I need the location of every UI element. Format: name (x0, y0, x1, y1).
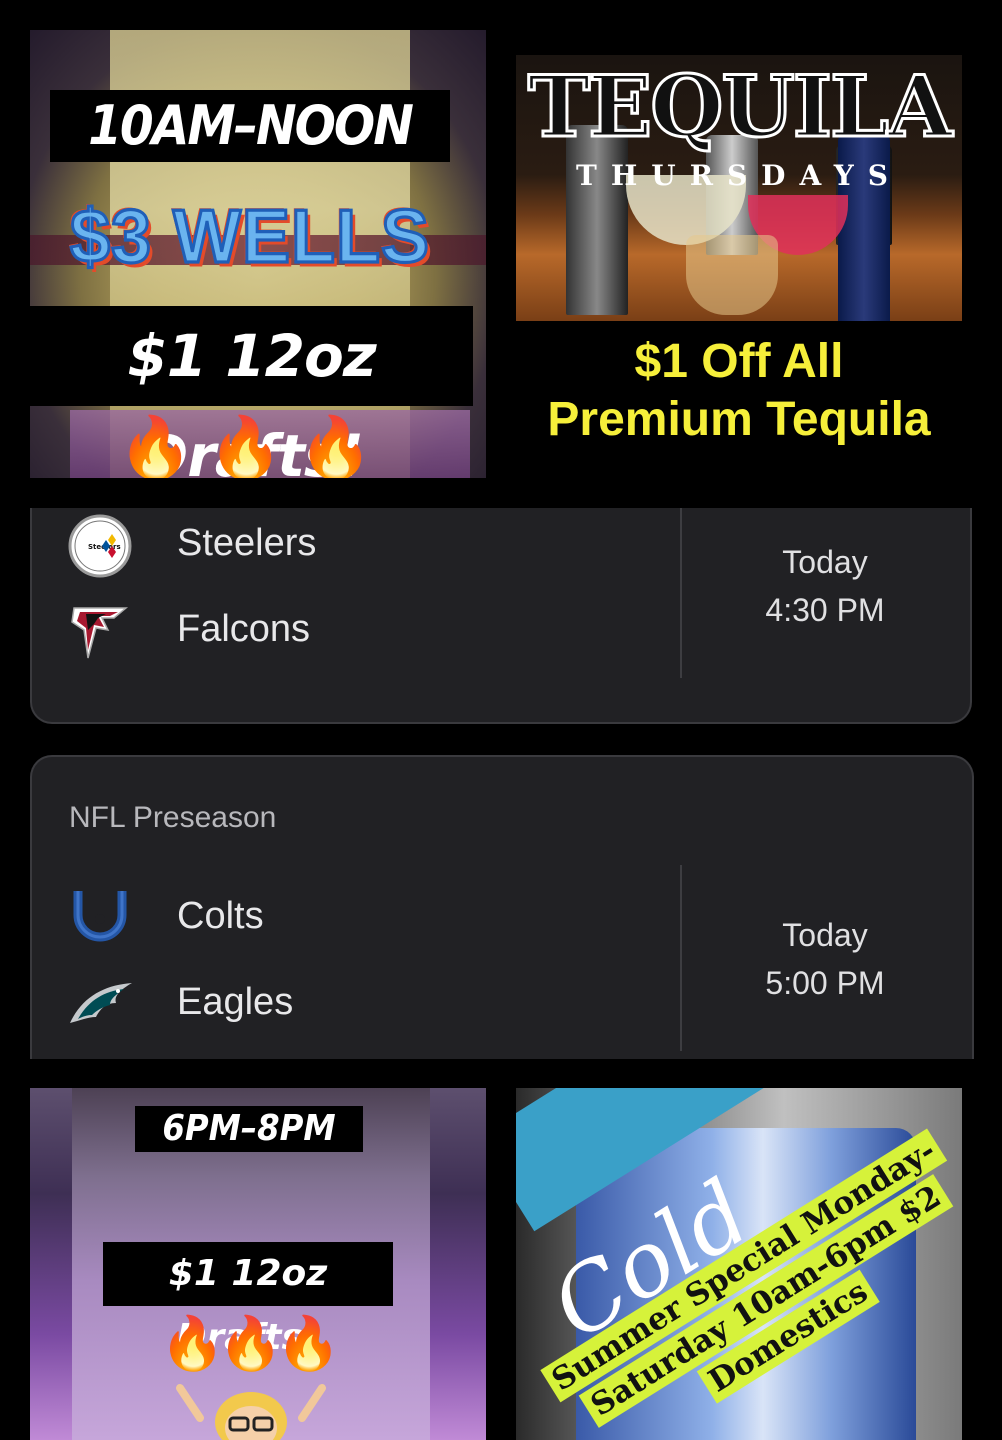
bitmoji-avatar-icon (176, 1384, 326, 1440)
wells-price: $3 WELLS (68, 193, 431, 280)
game-time: 4:30 PM (765, 592, 885, 628)
promo-time: 6PM–8PM (135, 1106, 363, 1152)
tequila-promo-line1: $1 Off All (634, 335, 844, 388)
steelers-logo-icon: Steelers (68, 514, 132, 578)
tequila-promo-line2: Premium Tequila (547, 393, 931, 446)
shot-glass (686, 235, 778, 315)
game-card[interactable]: Steelers Steelers Falcons Today 4:30 PM (30, 508, 972, 724)
drafts-price: $1 12oz Drafts! (30, 306, 473, 478)
eagles-logo-icon (70, 983, 132, 1023)
falcons-logo-icon (71, 607, 129, 659)
team-name-home: Colts (177, 895, 264, 937)
team-name-away: Falcons (177, 608, 311, 650)
tequila-promo-text: $1 Off All Premium Tequila (516, 333, 962, 449)
colts-logo-icon (73, 891, 127, 942)
game-card[interactable]: NFL Preseason Colts Eagles Today 5:00 PM (30, 755, 974, 1059)
tequila-title: TEQUILA (526, 56, 954, 158)
tequila-thursdays-image[interactable]: TEQUILA THURSDAYS (516, 55, 962, 321)
happy-hour-morning-promo[interactable]: 10AM–NOON $3 WELLS $1 12oz Drafts! 🔥 🔥 🔥 (30, 30, 486, 478)
fire-icon: 🔥 (218, 1314, 283, 1374)
game-time: 5:00 PM (765, 965, 885, 1001)
fire-icon: 🔥 (276, 1314, 341, 1374)
game-day: Today (782, 544, 868, 580)
summer-special-promo[interactable]: Cold Summer Special Monday- Saturday 10a… (516, 1088, 962, 1440)
card-divider (680, 508, 682, 678)
fire-icon: 🔥 (208, 413, 283, 478)
fire-icon: 🔥 (160, 1314, 225, 1374)
thursdays-subtitle: THURSDAYS (575, 159, 903, 192)
fire-icon: 🔥 (118, 413, 193, 478)
game-day: Today (782, 917, 868, 953)
promo-time: 10AM–NOON (50, 90, 450, 162)
happy-hour-evening-promo[interactable]: 6PM–8PM $1 12oz Drafts! 🔥 🔥 🔥 (30, 1088, 486, 1440)
team-name-home: Steelers (177, 522, 317, 564)
league-label: NFL Preseason (69, 801, 277, 834)
card-divider (680, 865, 682, 1051)
fire-icon: 🔥 (298, 413, 373, 478)
team-name-away: Eagles (177, 981, 294, 1023)
drafts-price: $1 12oz Drafts! (103, 1242, 393, 1358)
